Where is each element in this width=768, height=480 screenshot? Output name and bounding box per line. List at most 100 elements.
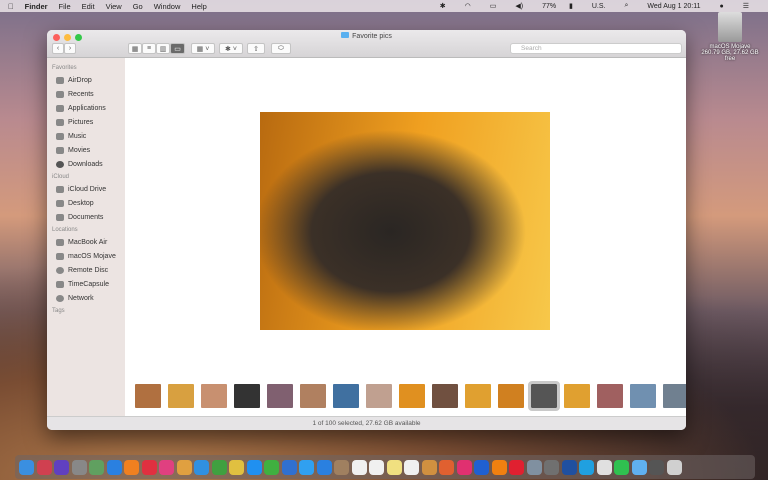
- thumbnail[interactable]: [663, 384, 686, 408]
- sidebar-item-macbook-air[interactable]: MacBook Air: [47, 235, 125, 249]
- sidebar-item-downloads[interactable]: Downloads: [47, 157, 125, 171]
- sidebar-item-remote-disc[interactable]: Remote Disc: [47, 263, 125, 277]
- notification-center-icon[interactable]: ☰: [743, 2, 749, 10]
- thumbnail[interactable]: [333, 384, 359, 408]
- menu-help[interactable]: Help: [191, 2, 206, 11]
- sidebar-item-recents[interactable]: Recents: [47, 87, 125, 101]
- dock-photos-icon[interactable]: [176, 459, 192, 475]
- thumbnail[interactable]: [366, 384, 392, 408]
- bluetooth-icon[interactable]: ✱: [440, 2, 446, 10]
- sidebar-item-applications[interactable]: Applications: [47, 101, 125, 115]
- desktop-disk-icon[interactable]: macOS Mojave 260.79 GB, 27.62 GB free: [700, 12, 760, 62]
- dock-finder-icon[interactable]: [19, 459, 34, 475]
- dock-airmail-icon[interactable]: [456, 459, 472, 475]
- dock-slack-icon[interactable]: [229, 459, 244, 475]
- dock-pixelmator-icon[interactable]: [439, 459, 454, 475]
- spotlight-icon[interactable]: ⌕: [625, 2, 629, 10]
- dock-maps-icon[interactable]: [89, 459, 104, 475]
- siri-icon[interactable]: ●: [719, 3, 723, 10]
- battery-status[interactable]: 77% ▮: [542, 2, 573, 10]
- sidebar-item-desktop[interactable]: Desktop: [47, 196, 125, 210]
- dock-trash-icon[interactable]: [666, 459, 682, 475]
- share-button[interactable]: ⇧: [247, 43, 265, 54]
- dock-news-icon[interactable]: [141, 459, 157, 475]
- thumbnail[interactable]: [300, 384, 326, 408]
- icon-view-button[interactable]: ▦: [128, 43, 142, 54]
- dock-system-preferences-icon[interactable]: [544, 459, 559, 475]
- thumbnail[interactable]: [135, 384, 161, 408]
- action-gear-button[interactable]: ✱ ˅: [219, 43, 243, 54]
- forward-button[interactable]: ›: [64, 43, 76, 54]
- dock-desktop-folder-icon[interactable]: [649, 459, 664, 475]
- thumbnail[interactable]: [630, 384, 656, 408]
- dock-nordvpn-icon[interactable]: [561, 459, 577, 475]
- dock-vlc-icon[interactable]: [491, 459, 507, 475]
- airplay-icon[interactable]: ▭: [490, 2, 497, 10]
- sidebar-item-icloud-drive[interactable]: iCloud Drive: [47, 182, 125, 196]
- thumbnail[interactable]: [465, 384, 491, 408]
- dock-twitterrific-icon[interactable]: [281, 459, 297, 475]
- thumbnail[interactable]: [498, 384, 524, 408]
- dock-messenger-icon[interactable]: [246, 459, 262, 475]
- dock-facetime-icon[interactable]: [264, 459, 279, 475]
- dock-siri-icon[interactable]: [54, 459, 69, 475]
- gallery-view-button[interactable]: ▭: [170, 43, 185, 54]
- dock-calendar-icon[interactable]: [351, 459, 367, 475]
- dock-launchpad-icon[interactable]: [71, 459, 87, 475]
- thumbnail[interactable]: [267, 384, 293, 408]
- dock-notefile-icon[interactable]: [334, 459, 349, 475]
- dock-safari-icon[interactable]: [194, 459, 209, 475]
- dock-fantastical-icon[interactable]: [369, 459, 384, 475]
- menu-window[interactable]: Window: [154, 2, 181, 11]
- dock-parallels-icon[interactable]: [509, 459, 524, 475]
- dock-whatsapp-icon[interactable]: [614, 459, 629, 475]
- sidebar-item-macos-mojave[interactable]: macOS Mojave: [47, 249, 125, 263]
- dock-app-store-icon[interactable]: [106, 459, 122, 475]
- thumbnail[interactable]: [432, 384, 458, 408]
- dock-textedit-icon[interactable]: [596, 459, 612, 475]
- list-view-button[interactable]: ≡: [142, 43, 156, 54]
- wifi-icon[interactable]: ◠: [465, 2, 471, 10]
- search-input[interactable]: Search: [510, 43, 682, 54]
- thumbnail[interactable]: [399, 384, 425, 408]
- dock-notes-icon[interactable]: [386, 459, 402, 475]
- clock[interactable]: Wed Aug 1 20:11: [647, 3, 700, 10]
- dock-chrome-icon[interactable]: [211, 459, 227, 475]
- dock-itunes-icon[interactable]: [159, 459, 174, 475]
- dock-1password-icon[interactable]: [474, 459, 489, 475]
- sidebar-item-timecapsule[interactable]: TimeCapsule: [47, 277, 125, 291]
- menu-finder[interactable]: Finder: [25, 2, 48, 11]
- sidebar-item-network[interactable]: Network: [47, 291, 125, 305]
- tags-button[interactable]: ⬭: [271, 43, 291, 54]
- dock-skype-icon[interactable]: [579, 459, 594, 475]
- dock-preview-icon[interactable]: [421, 459, 437, 475]
- dock-books-icon[interactable]: [124, 459, 139, 475]
- sidebar-item-documents[interactable]: Documents: [47, 210, 125, 224]
- thumbnail[interactable]: [201, 384, 227, 408]
- dock-photo-booth-icon[interactable]: [36, 459, 52, 475]
- input-source[interactable]: U.S.: [592, 3, 606, 10]
- menu-file[interactable]: File: [59, 2, 71, 11]
- dock-downloads-folder-icon[interactable]: [631, 459, 647, 475]
- thumbnail[interactable]: [564, 384, 590, 408]
- apple-menu-icon[interactable]: : [8, 2, 14, 11]
- thumbnail[interactable]: [168, 384, 194, 408]
- thumbnail[interactable]: [234, 384, 260, 408]
- thumbnail[interactable]: [528, 381, 560, 411]
- dock-twitter-icon[interactable]: [299, 459, 314, 475]
- dock-reminders-icon[interactable]: [404, 459, 419, 475]
- back-button[interactable]: ‹: [52, 43, 64, 54]
- menu-view[interactable]: View: [106, 2, 122, 11]
- sidebar-item-movies[interactable]: Movies: [47, 143, 125, 157]
- sidebar-item-pictures[interactable]: Pictures: [47, 115, 125, 129]
- sidebar-item-music[interactable]: Music: [47, 129, 125, 143]
- column-view-button[interactable]: ▥: [156, 43, 170, 54]
- volume-icon[interactable]: ◀): [515, 2, 523, 10]
- dock-testflight-icon[interactable]: [316, 459, 332, 475]
- menu-edit[interactable]: Edit: [82, 2, 95, 11]
- sidebar-item-airdrop[interactable]: AirDrop: [47, 73, 125, 87]
- thumbnail[interactable]: [597, 384, 623, 408]
- group-by-button[interactable]: ▦ ˅: [191, 43, 215, 54]
- dock-image-capture-icon[interactable]: [526, 459, 542, 475]
- menu-go[interactable]: Go: [133, 2, 143, 11]
